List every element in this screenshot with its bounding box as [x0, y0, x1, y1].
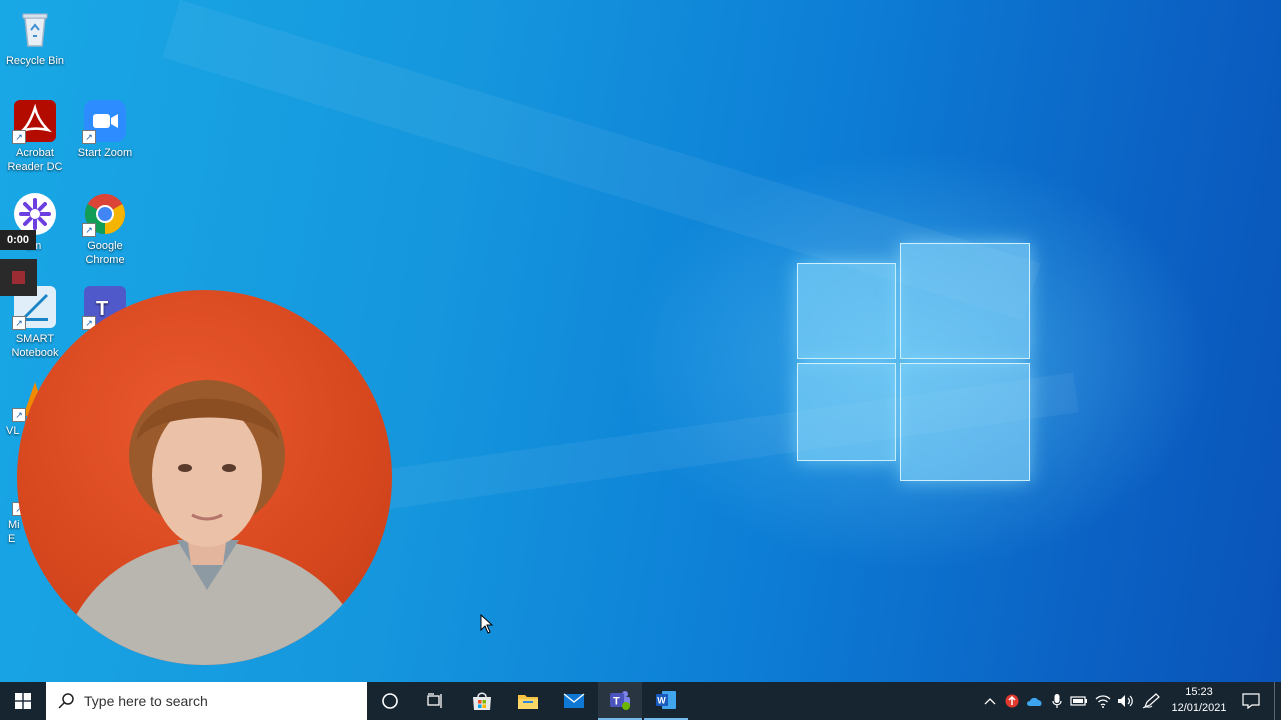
desktop-icon-start-zoom[interactable]: ↗ Start Zoom [70, 100, 140, 160]
microphone-icon [1052, 694, 1062, 708]
desktop-icon-label: Recycle Bin [5, 55, 65, 67]
windows-start-icon [15, 693, 31, 709]
stop-recording-button[interactable] [0, 259, 37, 296]
cortana-button[interactable] [368, 682, 412, 720]
shortcut-arrow-icon: ↗ [82, 130, 96, 144]
desktop-icon-label: Acrobat Reader DC [7, 147, 63, 173]
task-view-button[interactable] [413, 682, 457, 720]
desktop-icon-label: SMART Notebook [11, 333, 59, 359]
shortcut-arrow-icon: ↗ [12, 316, 26, 330]
battery-button[interactable] [1068, 682, 1090, 720]
upload-icon [1005, 694, 1019, 708]
word-icon: W [656, 691, 676, 709]
mouse-cursor [480, 613, 494, 639]
teams-icon: T [610, 691, 630, 710]
desktop-icon-label: Start Zoom [77, 147, 133, 159]
battery-icon [1070, 696, 1087, 706]
show-hidden-icons-button[interactable] [980, 682, 1000, 720]
taskbar: Type here to search T W 15:23 12/01/2021 [0, 682, 1281, 720]
desktop-icon-acrobat[interactable]: ↗ Acrobat Reader DC [0, 100, 70, 174]
recycle-bin-icon [14, 8, 56, 50]
desktop-icon-smart-notebook[interactable]: ↗ SMART Notebook [0, 286, 70, 360]
action-center-button[interactable] [1236, 682, 1266, 720]
volume-button[interactable] [1115, 682, 1137, 720]
acrobat-icon: ↗ [12, 100, 56, 144]
clock-time: 15:23 [1185, 686, 1213, 698]
search-icon [58, 693, 74, 709]
desktop[interactable]: Recycle Bin ↗ Acrobat Reader DC ↗ Start … [0, 0, 1281, 682]
desktop-icon-google-chrome[interactable]: ↗ Google Chrome [70, 193, 140, 267]
task-view-icon [427, 693, 442, 708]
chevron-up-icon [984, 698, 996, 705]
chrome-icon: ↗ [82, 193, 126, 237]
word-taskbar-button[interactable]: W [644, 682, 688, 720]
desktop-icon-recycle-bin[interactable]: Recycle Bin [0, 8, 70, 68]
file-explorer-icon [518, 695, 538, 709]
webcam-person-image [57, 380, 372, 665]
mail-button[interactable] [552, 682, 596, 720]
zoom-icon: ↗ [82, 100, 126, 144]
app-flower-icon [14, 193, 56, 235]
wifi-icon [1095, 695, 1111, 708]
svg-text:T: T [613, 696, 620, 708]
store-icon [473, 692, 491, 710]
microphone-button[interactable] [1048, 682, 1066, 720]
webcam-overlay[interactable] [17, 290, 392, 665]
shortcut-arrow-icon: ↗ [12, 408, 26, 422]
start-button[interactable] [0, 682, 46, 720]
onedrive-button[interactable] [1024, 682, 1046, 720]
volume-icon [1118, 695, 1133, 707]
show-desktop-button[interactable] [1274, 682, 1281, 720]
search-placeholder: Type here to search [84, 693, 208, 709]
mail-icon [563, 693, 585, 708]
desktop-icon-label: Google Chrome [85, 240, 125, 266]
svg-text:W: W [657, 696, 666, 706]
recording-timer: 0:00 [0, 230, 36, 250]
shortcut-arrow-icon: ↗ [82, 223, 96, 237]
file-explorer-button[interactable] [506, 682, 550, 720]
onedrive-icon [1027, 697, 1042, 706]
clock-date: 12/01/2021 [1171, 702, 1227, 714]
shortcut-arrow-icon: ↗ [12, 130, 26, 144]
network-button[interactable] [1092, 682, 1114, 720]
tray-upload-button[interactable] [1002, 682, 1022, 720]
taskbar-search-box[interactable]: Type here to search [46, 682, 367, 720]
microsoft-store-button[interactable] [460, 682, 504, 720]
taskbar-clock[interactable]: 15:23 12/01/2021 [1167, 684, 1231, 716]
pen-icon [1142, 693, 1160, 709]
cortana-icon [382, 693, 398, 709]
teams-taskbar-button[interactable]: T [598, 682, 642, 720]
windows-logo [797, 243, 1030, 481]
notification-icon [1242, 693, 1260, 709]
stop-icon [12, 271, 25, 284]
windows-ink-button[interactable] [1140, 682, 1162, 720]
